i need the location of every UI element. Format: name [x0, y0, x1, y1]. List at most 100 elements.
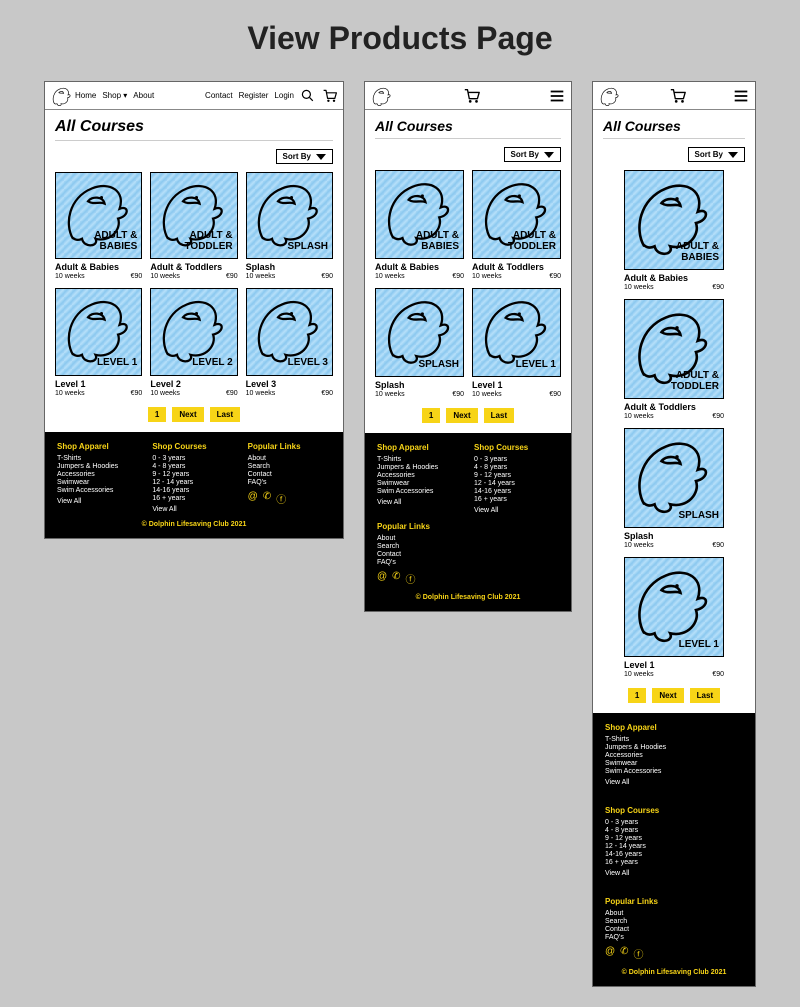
footer-link[interactable]: Search: [248, 463, 331, 470]
product-card[interactable]: LEVEL 3 Level 3 10 weeks€90: [246, 288, 333, 396]
chevron-down-icon: [728, 152, 738, 158]
product-price: €90: [131, 273, 143, 280]
product-card[interactable]: LEVEL 2 Level 2 10 weeks€90: [150, 288, 237, 396]
sort-by-button[interactable]: Sort By: [688, 147, 745, 162]
footer-link[interactable]: Accessories: [57, 471, 140, 478]
product-card[interactable]: ADULT &TODDLER Adult & Toddlers 10 weeks…: [472, 170, 561, 280]
footer-viewall[interactable]: View All: [152, 506, 235, 513]
cart-icon[interactable]: [463, 87, 481, 105]
facebook-icon[interactable]: ⓕ: [276, 491, 286, 506]
at-icon[interactable]: @: [248, 491, 258, 506]
nav-login[interactable]: Login: [274, 91, 294, 100]
at-icon[interactable]: @: [605, 946, 615, 961]
product-card[interactable]: ADULT &BABIES Adult & Babies 10 weeks€90: [375, 170, 464, 280]
divider: [55, 140, 333, 141]
footer-link[interactable]: 0 - 3 years: [152, 455, 235, 462]
product-title: Adult & Babies: [55, 262, 142, 272]
page-last-button[interactable]: Last: [484, 408, 514, 423]
sort-by-button[interactable]: Sort By: [276, 149, 333, 164]
copyright: © Dolphin Lifesaving Club 2021: [377, 594, 559, 601]
cart-icon[interactable]: [322, 88, 338, 104]
header: [365, 82, 571, 110]
product-card[interactable]: LEVEL 1 Level 1 10 weeks€90: [624, 557, 724, 678]
nav-home[interactable]: Home: [75, 91, 96, 100]
whatsapp-icon[interactable]: ✆: [392, 571, 400, 586]
product-card[interactable]: SPLASH Splash 10 weeks€90: [624, 428, 724, 549]
footer-link[interactable]: Contact: [248, 471, 331, 478]
footer-link[interactable]: FAQ's: [248, 479, 331, 486]
heading-all-courses: All Courses: [375, 118, 561, 134]
nav-register[interactable]: Register: [239, 91, 269, 100]
product-card[interactable]: ADULT &TODDLER Adult & Toddlers 10 weeks…: [150, 172, 237, 280]
product-duration: 10 weeks: [55, 273, 85, 280]
footer-link[interactable]: Jumpers & Hoodies: [57, 463, 140, 470]
chevron-down-icon: [316, 154, 326, 160]
nav-about[interactable]: About: [133, 91, 154, 100]
footer-col-courses: Shop Courses 0 - 3 years 4 - 8 years 9 -…: [152, 442, 235, 513]
product-title: Level 3: [246, 379, 333, 389]
page-next-button[interactable]: Next: [652, 688, 683, 703]
footer-link[interactable]: 12 - 14 years: [152, 479, 235, 486]
product-card[interactable]: SPLASH Splash 10 weeks€90: [375, 288, 464, 398]
product-card[interactable]: ADULT &TODDLER Adult & Toddlers 10 weeks…: [624, 299, 724, 420]
page-1-button[interactable]: 1: [148, 407, 166, 422]
footer-link[interactable]: 14-16 years: [152, 487, 235, 494]
at-icon[interactable]: @: [377, 571, 387, 586]
divider: [603, 138, 745, 139]
footer: Shop Apparel T-Shirts Jumpers & Hoodies …: [365, 433, 571, 611]
sort-by-button[interactable]: Sort By: [504, 147, 561, 162]
product-title: Level 2: [150, 379, 237, 389]
logo-icon[interactable]: [598, 85, 620, 107]
footer-link[interactable]: 9 - 12 years: [152, 471, 235, 478]
footer-link[interactable]: Swim Accessories: [57, 487, 140, 494]
footer-viewall[interactable]: View All: [57, 498, 140, 505]
whatsapp-icon[interactable]: ✆: [263, 491, 271, 506]
product-title: Level 1: [55, 379, 142, 389]
logo-icon[interactable]: [50, 85, 72, 107]
footer-link[interactable]: T-Shirts: [57, 455, 140, 462]
nav-contact[interactable]: Contact: [205, 91, 233, 100]
logo-icon[interactable]: [370, 85, 392, 107]
menu-icon[interactable]: [732, 87, 750, 105]
mockup-desktop: Home Shop ▾ About Contact Register Login…: [44, 81, 344, 539]
chevron-down-icon: [544, 152, 554, 158]
page-next-button[interactable]: Next: [446, 408, 477, 423]
heading-all-courses: All Courses: [55, 118, 333, 136]
footer-link[interactable]: 4 - 8 years: [152, 463, 235, 470]
nav-shop[interactable]: Shop ▾: [102, 91, 127, 100]
footer-link[interactable]: 16 + years: [152, 495, 235, 502]
product-card[interactable]: SPLASH Splash 10 weeks€90: [246, 172, 333, 280]
mockup-tablet: All Courses Sort By ADULT &BABIES Adult …: [364, 81, 572, 612]
footer-col-apparel: Shop Apparel T-Shirts Jumpers & Hoodies …: [57, 442, 140, 513]
header: [593, 82, 755, 110]
whatsapp-icon[interactable]: ✆: [620, 946, 628, 961]
menu-icon[interactable]: [548, 87, 566, 105]
header: Home Shop ▾ About Contact Register Login: [45, 82, 343, 110]
footer-link[interactable]: Swimwear: [57, 479, 140, 486]
page-next-button[interactable]: Next: [172, 407, 203, 422]
product-title: Splash: [246, 262, 333, 272]
product-title: Adult & Toddlers: [150, 262, 237, 272]
page-1-button[interactable]: 1: [628, 688, 646, 703]
footer-link[interactable]: About: [248, 455, 331, 462]
pagination: 1 Next Last: [55, 407, 333, 422]
product-grid: ADULT &BABIES Adult & Babies 10 weeks€90…: [603, 170, 745, 678]
cart-icon[interactable]: [669, 87, 687, 105]
pagination: 1 Next Last: [375, 408, 561, 423]
product-card[interactable]: ADULT &BABIES Adult & Babies 10 weeks€90: [624, 170, 724, 291]
facebook-icon[interactable]: ⓕ: [634, 946, 644, 961]
product-grid: ADULT &BABIES Adult & Babies 10 weeks€90…: [375, 170, 561, 398]
heading-all-courses: All Courses: [603, 118, 745, 134]
product-card[interactable]: ADULT &BABIES Adult & Babies 10 weeks€90: [55, 172, 142, 280]
product-card[interactable]: LEVEL 1 Level 1 10 weeks€90: [472, 288, 561, 398]
page-last-button[interactable]: Last: [210, 407, 240, 422]
search-icon[interactable]: [300, 88, 316, 104]
copyright: © Dolphin Lifesaving Club 2021: [57, 521, 331, 528]
footer: Shop Apparel T-Shirts Jumpers & Hoodies …: [45, 432, 343, 538]
page-last-button[interactable]: Last: [690, 688, 720, 703]
page-title: View Products Page: [30, 20, 770, 57]
facebook-icon[interactable]: ⓕ: [406, 571, 416, 586]
divider: [375, 138, 561, 139]
product-card[interactable]: LEVEL 1 Level 1 10 weeks€90: [55, 288, 142, 396]
page-1-button[interactable]: 1: [422, 408, 440, 423]
